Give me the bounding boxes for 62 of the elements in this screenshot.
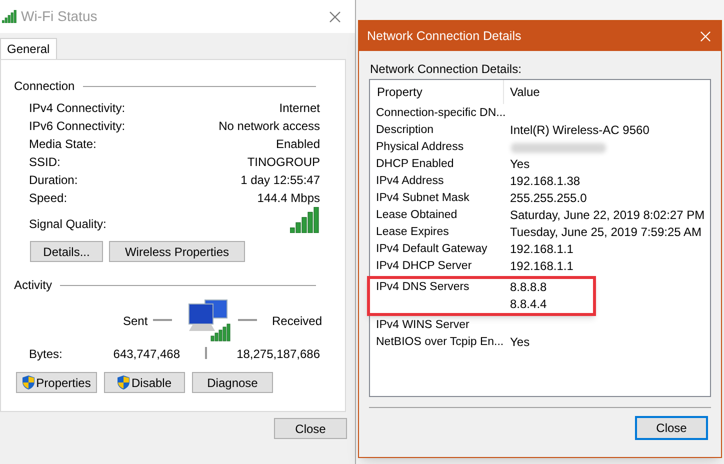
column-header[interactable]: Value [504, 80, 710, 104]
action-button[interactable]: Diagnose [192, 372, 273, 393]
field-value: No network access [218, 118, 320, 135]
field-label: SSID: [29, 154, 60, 171]
property-value: 192.168.1.1 [510, 258, 574, 275]
close-icon[interactable] [329, 10, 341, 22]
property-name: Lease Obtained [376, 208, 458, 223]
sent-bytes: 643,747,468 [113, 346, 180, 363]
property-name: IPv4 Subnet Mask [376, 191, 470, 206]
field-value: Enabled [276, 136, 320, 153]
property-value: 255.255.255.0 [510, 190, 587, 207]
property-name: IPv4 Address [376, 174, 444, 189]
shield-icon [117, 375, 130, 390]
sent-label: Sent [123, 313, 148, 330]
bytes-label: Bytes: [29, 346, 62, 363]
close-button[interactable]: Close [274, 418, 347, 439]
property-name: Description [376, 123, 434, 138]
property-name: DHCP Enabled [376, 157, 454, 172]
field-label: IPv6 Connectivity: [29, 118, 126, 135]
field-label: Signal Quality: [29, 216, 106, 233]
property-value: 192.168.1.1 [510, 241, 574, 258]
property-name: Connection-specific DN... [376, 106, 506, 121]
property-name: IPv4 DNS Servers [376, 280, 470, 295]
field-label: Speed: [29, 190, 68, 207]
property-name: Physical Address [376, 140, 464, 155]
property-name: NetBIOS over Tcpip En... [376, 335, 504, 350]
received-bytes: 18,275,187,686 [236, 346, 320, 363]
column-header[interactable]: Property [370, 80, 504, 104]
field-value: TINOGROUP [247, 154, 320, 171]
property-value: Intel(R) Wireless-AC 9560 [510, 122, 650, 139]
window-title: Network Connection Details [367, 28, 522, 45]
property-value: Saturday, June 22, 2019 8:02:27 PM [510, 207, 705, 224]
field-value: 1 day 12:55:47 [240, 172, 320, 189]
field-value: 144.4 Mbps [257, 190, 320, 207]
property-name: Lease Expires [376, 225, 449, 240]
section-title: Activity [14, 277, 52, 294]
field-label: Media State: [29, 136, 96, 153]
signal-bars-icon [2, 10, 17, 23]
property-value: 8.8.8.8 [510, 279, 547, 296]
property-name: IPv4 WINS Server [376, 318, 470, 333]
received-label: Received [272, 313, 322, 330]
property-name: IPv4 Default Gateway [376, 242, 488, 257]
property-value: Yes [510, 156, 530, 173]
shield-button[interactable]: Properties [16, 372, 97, 393]
section-title: Connection [14, 78, 75, 95]
list-heading: Network Connection Details: [370, 62, 522, 77]
close-button[interactable]: Close [635, 416, 708, 440]
tab[interactable]: General [0, 38, 57, 59]
details-button[interactable]: Details... [30, 241, 103, 262]
wireless-properties-button[interactable]: Wireless Properties [109, 241, 245, 262]
property-value: Tuesday, June 25, 2019 7:59:25 AM [510, 224, 702, 241]
signal-quality-icon [290, 207, 320, 233]
field-value: Internet [279, 100, 320, 117]
field-label: Duration: [29, 172, 78, 189]
property-name: IPv4 DHCP Server [376, 259, 472, 274]
shield-icon [22, 375, 36, 390]
window-title: Wi-Fi Status [21, 7, 98, 26]
property-value: 8.8.4.4 [510, 296, 547, 313]
property-value: Yes [510, 334, 530, 351]
property-value: 192.168.1.38 [510, 173, 580, 190]
shield-button[interactable]: Disable [104, 372, 185, 393]
field-label: IPv4 Connectivity: [29, 100, 126, 117]
